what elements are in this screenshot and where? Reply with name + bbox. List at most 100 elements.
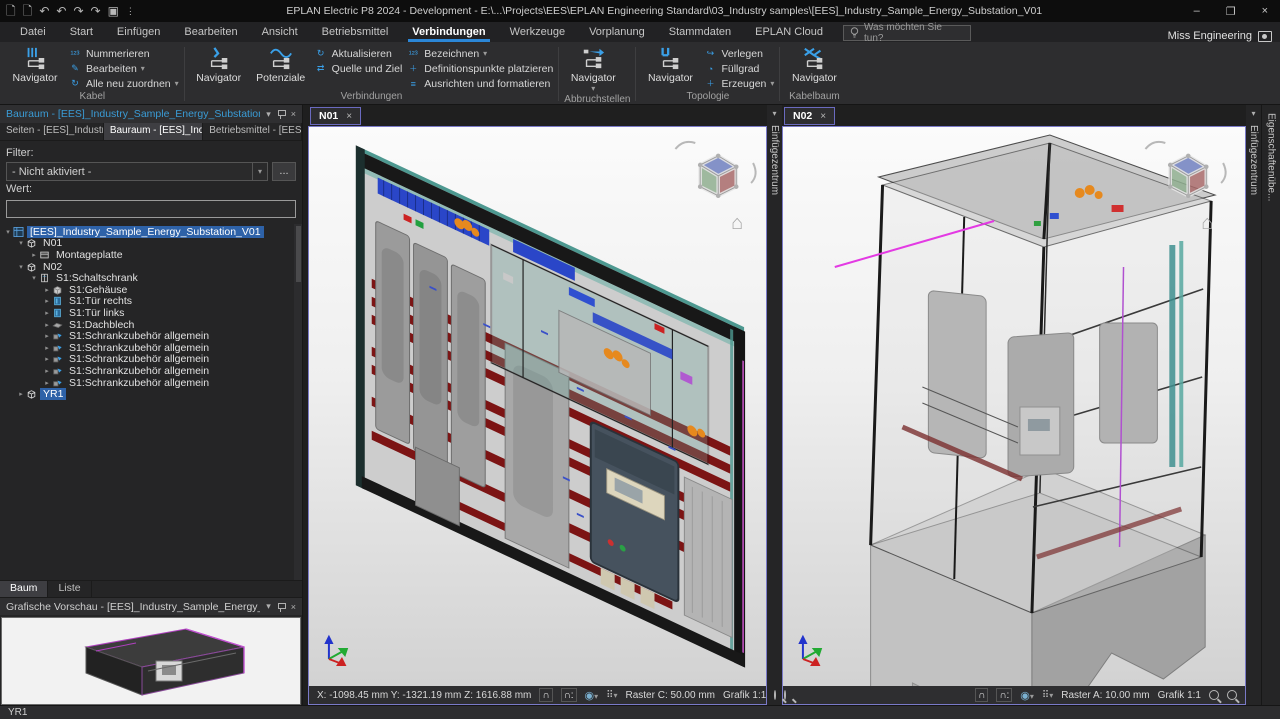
tree-expander-icon[interactable]: ▾ [16,239,26,247]
dock-tab[interactable]: Betriebsmittel - [EES]_Ind... [203,123,302,140]
tree-row[interactable]: ▸ S1:Gehäuse [0,284,302,296]
fuellgrad-button[interactable]: Füllgrad [703,62,774,75]
preview-close-icon[interactable]: × [291,602,296,612]
ribbon-tab[interactable]: Einfügen [105,24,172,42]
tree-row[interactable]: ▸ S1:Tür links [0,307,302,319]
tree-row[interactable]: ▸ S1:Schrankzubehör allgemein [0,330,302,342]
tree-expander-icon[interactable]: ▸ [42,286,52,294]
dock-tab[interactable]: Seiten - [EES]_Industry_Sa... [0,123,104,140]
preview-menu-icon[interactable]: ▾ [266,601,271,612]
ribbon-tab[interactable]: Stammdaten [657,24,743,42]
dock-tab[interactable]: Bauraum - [EES]_Industry... [104,123,203,140]
grid-icon[interactable]: ⠿▾ [1042,690,1053,701]
zoom-out-icon[interactable] [1209,690,1219,700]
restore-button[interactable]: ❐ [1226,5,1236,18]
ribbon-tab[interactable]: Start [58,24,105,42]
object-snap-icon[interactable]: ∩: [996,688,1012,702]
visibility-icon[interactable]: ◉▾ [1020,689,1034,702]
n01-3d-canvas[interactable]: ⌂ [309,127,766,686]
dock-menu-icon[interactable]: ▾ [266,109,271,120]
tree-row[interactable]: ▾ N02 [0,261,302,273]
tab-n02[interactable]: N02 × [784,107,835,125]
filter-combobox[interactable]: - Nicht aktiviert - ▾ [6,162,268,181]
object-snap-icon[interactable]: ∩: [561,688,577,702]
verlegen-button[interactable]: Verlegen [703,47,774,60]
snap-icon[interactable]: ∩ [975,688,988,702]
definitionspunkte-button[interactable]: Definitionspunkte platzieren [406,62,553,75]
n02-3d-canvas[interactable]: ⌂ [783,127,1245,686]
ribbon-tab[interactable]: Datei [8,24,58,42]
dock-close-icon[interactable]: × [291,109,296,119]
eigenschaften-tab[interactable]: Eigenschaftenübe... [1266,113,1277,201]
tree-row[interactable]: ▸ S1:Tür rechts [0,296,302,308]
tree-expander-icon[interactable]: ▸ [16,390,26,398]
tree-expander-icon[interactable]: ▸ [42,309,52,317]
ribbon-tab[interactable]: Betriebsmittel [310,24,401,42]
tree-row[interactable]: ▸ S1:Schrankzubehör allgemein [0,342,302,354]
tree-row[interactable]: ▾ [EES]_Industry_Sample_Energy_Substatio… [0,226,302,238]
ribbon-tab[interactable]: Vorplanung [577,24,657,42]
new-page-icon[interactable]: 🗋 [6,1,16,21]
tree-scrollbar[interactable] [294,224,302,580]
tree-row[interactable]: ▸ YR1 [0,388,302,400]
tree-row[interactable]: ▸ S1:Schrankzubehör allgemein [0,377,302,389]
abbruchstellen-navigator-button[interactable]: Navigator ▾ [564,44,622,93]
quelle-und-ziel-button[interactable]: Quelle und Ziel [314,62,403,75]
erzeugen-button[interactable]: Erzeugen▾ [703,77,774,90]
qat-customize-icon[interactable]: ⋮ [126,1,135,21]
kabel-bearbeiten-button[interactable]: Bearbeiten▾ [68,62,179,75]
zoom-in-icon[interactable] [1227,690,1237,700]
tree-row[interactable]: ▸ S1:Schrankzubehör allgemein [0,365,302,377]
graphic-preview[interactable] [1,617,301,705]
tab-close-icon[interactable]: × [346,111,352,122]
tree-row[interactable]: ▸ S1:Dachblech [0,319,302,331]
ribbon-tab[interactable]: Bearbeiten [172,24,249,42]
pin-icon[interactable] [277,109,285,119]
pin-icon[interactable] [277,602,285,612]
tab-close-icon[interactable]: × [820,111,826,122]
grid-icon[interactable]: ⠿▾ [606,690,617,701]
open-page-icon[interactable]: 🗋 [23,1,33,21]
undo-icon[interactable]: ↶ [39,1,49,21]
wert-input[interactable] [6,200,296,218]
kabelbaum-navigator-button[interactable]: Navigator [785,44,843,84]
tree-expander-icon[interactable]: ▸ [42,332,52,340]
tree-expander-icon[interactable]: ▸ [42,344,52,352]
close-button[interactable]: × [1262,5,1268,18]
kabel-navigator-button[interactable]: Navigator [6,44,64,84]
search-box[interactable]: Was möchten Sie tun? [843,25,971,41]
nummerieren-button[interactable]: Nummerieren [68,47,179,60]
visibility-icon[interactable]: ◉▾ [585,689,599,702]
tree-expander-icon[interactable]: ▸ [42,321,52,329]
ausrichten-button[interactable]: Ausrichten und formatieren [406,77,553,90]
ribbon-tab[interactable]: Ansicht [250,24,310,42]
ribbon-tab[interactable]: Verbindungen [400,24,497,42]
einfuegezentrum-tab[interactable]: Einfügezentrum [1248,125,1259,195]
einfuegezentrum-tab[interactable]: Einfügezentrum [769,125,780,195]
undo-history-icon[interactable]: ↶ [56,1,66,21]
redo-icon[interactable]: ↷ [73,1,83,21]
tab-list-dropdown-icon[interactable]: ▾ [772,105,776,121]
tree-row[interactable]: ▾ N01 [0,238,302,250]
device-edit-icon[interactable]: ▣ [108,1,119,21]
snap-icon[interactable]: ∩ [539,688,552,702]
tree-row[interactable]: ▸ S1:Schrankzubehör allgemein [0,354,302,366]
topologie-navigator-button[interactable]: Navigator [641,44,699,84]
verbindungen-navigator-button[interactable]: Navigator [190,44,248,84]
tree-row[interactable]: ▸ Montageplatte [0,249,302,261]
minimize-button[interactable]: – [1194,5,1200,18]
ribbon-tab[interactable]: Werkzeuge [498,24,577,42]
aktualisieren-button[interactable]: Aktualisieren [314,47,403,60]
view-tab[interactable]: Baum [0,581,48,597]
filter-more-button[interactable]: ... [272,162,296,181]
bezeichnen-button[interactable]: Bezeichnen▾ [406,47,553,60]
tree-expander-icon[interactable]: ▸ [42,355,52,363]
combo-arrow-icon[interactable]: ▾ [252,163,262,180]
tree-expander-icon[interactable]: ▾ [16,263,26,271]
tree-expander-icon[interactable]: ▸ [29,251,39,259]
tree-row[interactable]: ▾ S1:Schaltschrank [0,272,302,284]
user-account[interactable]: Miss Engineering [1168,30,1280,42]
tree-expander-icon[interactable]: ▸ [42,297,52,305]
redo-history-icon[interactable]: ↷ [91,1,101,21]
potenziale-button[interactable]: Potenziale [252,44,310,84]
